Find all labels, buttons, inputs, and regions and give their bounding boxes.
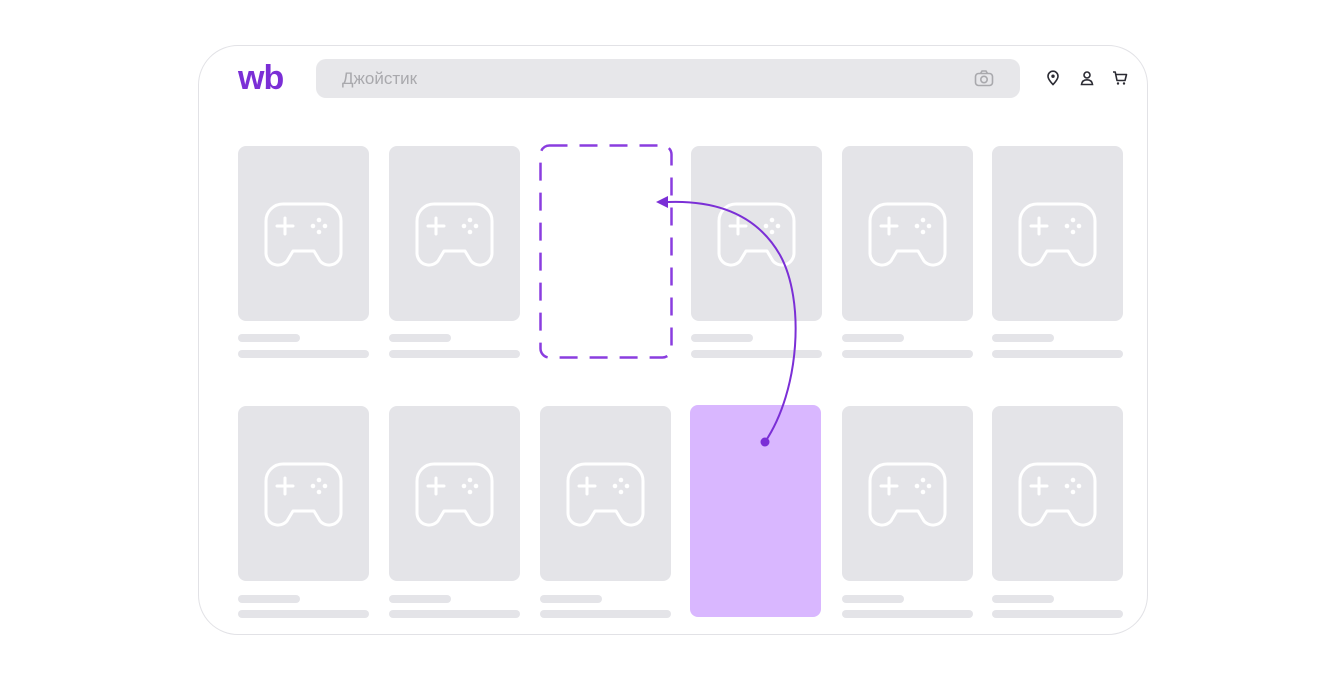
title-placeholder-bar [540, 595, 602, 603]
gamepad-icon [717, 202, 796, 267]
price-placeholder-bar [540, 610, 671, 618]
product-card[interactable] [842, 146, 973, 321]
title-placeholder-bar [992, 595, 1054, 603]
product-card[interactable] [992, 406, 1123, 581]
cart-icon[interactable] [1112, 70, 1128, 86]
title-placeholder-bar [842, 595, 904, 603]
price-placeholder-bar [992, 350, 1123, 358]
product-card[interactable] [842, 406, 973, 581]
product-card[interactable] [540, 406, 671, 581]
gamepad-icon [1018, 462, 1097, 527]
user-icon[interactable] [1079, 70, 1095, 86]
title-placeholder-bar [842, 334, 904, 342]
price-placeholder-bar [238, 350, 369, 358]
drop-target-slot[interactable] [539, 144, 673, 359]
product-card[interactable] [389, 146, 520, 321]
product-card[interactable] [992, 146, 1123, 321]
price-placeholder-bar [842, 610, 973, 618]
gamepad-icon [566, 462, 645, 527]
dragged-product-card[interactable] [690, 405, 821, 617]
gamepad-icon [415, 202, 494, 267]
title-placeholder-bar [238, 334, 300, 342]
product-card[interactable] [691, 146, 822, 321]
product-card[interactable] [389, 406, 520, 581]
title-placeholder-bar [238, 595, 300, 603]
price-placeholder-bar [691, 350, 822, 358]
price-placeholder-bar [238, 610, 369, 618]
gamepad-icon [264, 462, 343, 527]
gamepad-icon [415, 462, 494, 527]
search-input[interactable]: Джойстик [342, 59, 417, 98]
price-placeholder-bar [389, 610, 520, 618]
title-placeholder-bar [389, 334, 451, 342]
location-pin-icon[interactable] [1045, 70, 1061, 86]
wb-logo[interactable]: wb [238, 58, 284, 98]
price-placeholder-bar [389, 350, 520, 358]
price-placeholder-bar [992, 610, 1123, 618]
illustration: wb Джойстик [0, 0, 1344, 680]
product-card[interactable] [238, 146, 369, 321]
gamepad-icon [868, 462, 947, 527]
camera-icon[interactable] [974, 69, 994, 88]
title-placeholder-bar [691, 334, 753, 342]
product-card[interactable] [238, 406, 369, 581]
gamepad-icon [264, 202, 343, 267]
price-placeholder-bar [842, 350, 973, 358]
gamepad-icon [1018, 202, 1097, 267]
search-bar[interactable]: Джойстик [316, 59, 1020, 98]
title-placeholder-bar [389, 595, 451, 603]
title-placeholder-bar [992, 334, 1054, 342]
gamepad-icon [868, 202, 947, 267]
